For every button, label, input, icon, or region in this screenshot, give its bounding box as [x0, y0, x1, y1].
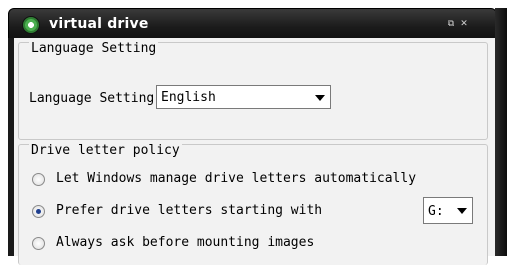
- app-disc-icon: [23, 17, 39, 33]
- chevron-down-icon: [315, 95, 325, 101]
- drive-letter-policy-group: Drive letter policy Let Windows manage d…: [18, 143, 488, 265]
- window-border-right: [495, 8, 507, 256]
- option-label-prefer-letters[interactable]: Prefer drive letters starting with: [56, 203, 322, 218]
- option-label-always-ask[interactable]: Always ask before mounting images: [56, 235, 314, 250]
- title-bar[interactable]: virtual drive ⧉ ✕: [8, 8, 497, 40]
- drive-letter-value: G:: [428, 204, 444, 219]
- restore-icon[interactable]: ⧉: [446, 19, 456, 29]
- language-select[interactable]: English: [156, 85, 331, 109]
- dialog-content: Language Setting Language Setting Englis…: [14, 38, 495, 265]
- group-title-drive-policy: Drive letter policy: [29, 143, 182, 158]
- radio-always-ask[interactable]: [32, 237, 45, 250]
- close-icon[interactable]: ✕: [459, 19, 469, 29]
- option-label-auto-manage[interactable]: Let Windows manage drive letters automat…: [56, 171, 416, 186]
- drive-letter-select[interactable]: G:: [423, 197, 473, 224]
- window-title: virtual drive: [49, 16, 149, 32]
- chevron-down-icon: [457, 208, 467, 214]
- language-setting-group: Language Setting Language Setting Englis…: [18, 41, 488, 140]
- language-label: Language Setting: [29, 91, 155, 106]
- radio-auto-manage[interactable]: [32, 173, 45, 186]
- group-title-language: Language Setting: [29, 41, 159, 56]
- radio-prefer-letters[interactable]: [32, 205, 45, 218]
- language-selected-value: English: [161, 90, 216, 105]
